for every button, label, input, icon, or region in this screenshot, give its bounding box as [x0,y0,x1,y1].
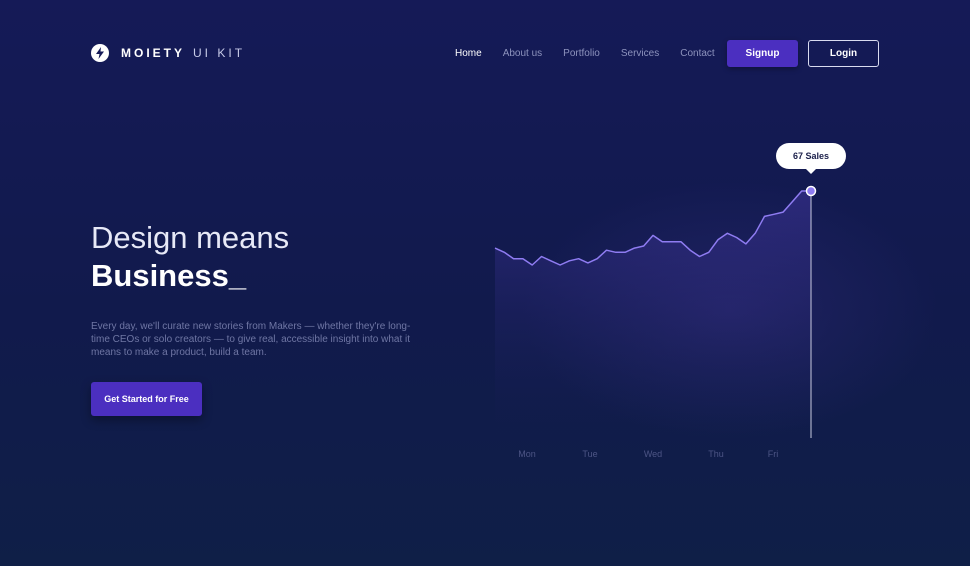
x-tick-label: Thu [708,449,724,459]
sales-tooltip: 67 Sales [776,143,846,174]
top-navigation: MOIETY UI KIT Home About us Portfolio Se… [91,40,879,68]
login-button[interactable]: Login [808,40,879,67]
x-tick-label: Wed [644,449,662,459]
hero-title-line1: Design means [91,220,290,255]
get-started-button[interactable]: Get Started for Free [91,382,202,416]
sales-line [494,190,811,266]
x-tick-label: Mon [518,449,536,459]
brand-logo[interactable]: MOIETY UI KIT [91,44,245,62]
brand-subtitle: UI KIT [193,46,246,60]
nav-item-portfolio[interactable]: Portfolio [563,48,600,59]
brand-name: MOIETY [121,46,186,60]
lightning-bolt-icon [91,44,109,62]
sales-area-fill [495,191,811,438]
hero-description: Every day, we'll curate new stories from… [91,321,411,358]
x-tick-label: Tue [582,449,597,459]
background-glow [520,180,940,440]
nav-item-services[interactable]: Services [621,48,659,59]
nav-item-about[interactable]: About us [503,48,542,59]
highlight-point [805,185,817,197]
nav-item-home[interactable]: Home [455,48,482,59]
nav-item-contact[interactable]: Contact [680,48,714,59]
x-tick-label: Fri [768,449,779,459]
main-menu: Home About us Portfolio Services Contact [455,48,736,59]
hero-title-line2: Business_ [91,258,247,293]
signup-button[interactable]: Signup [727,40,798,67]
